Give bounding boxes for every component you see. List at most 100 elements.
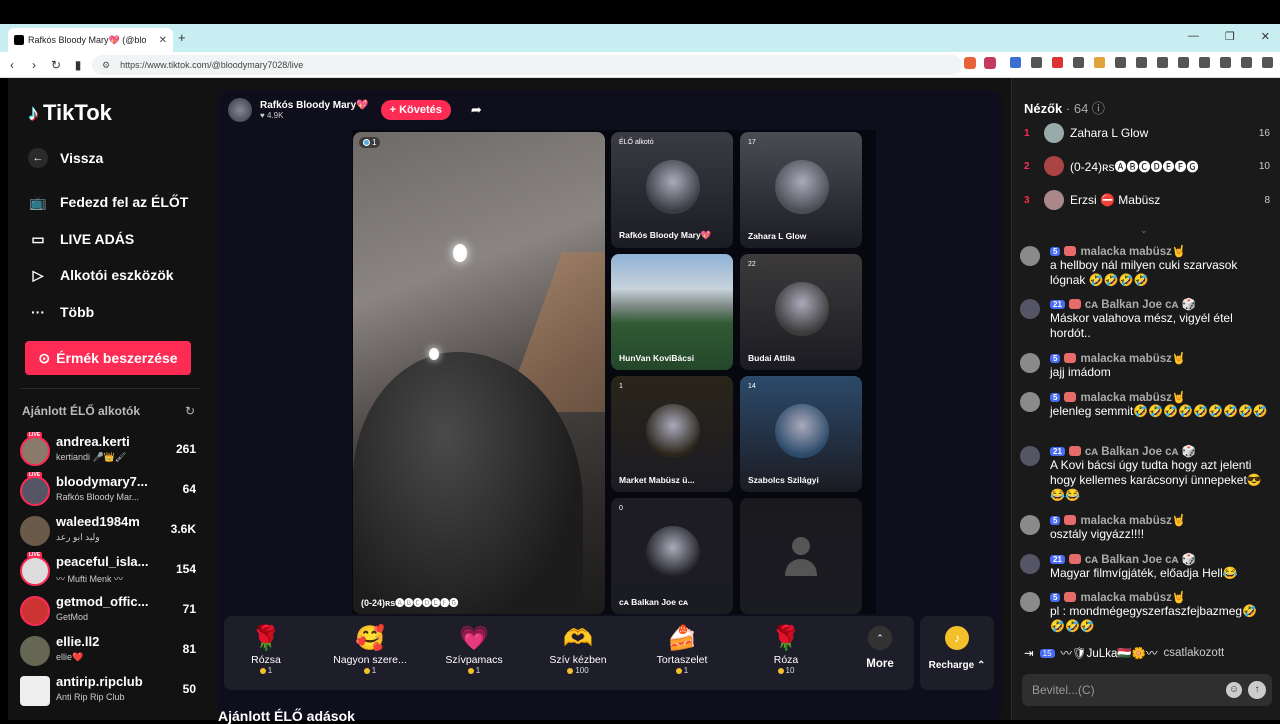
extension-icon-7[interactable] xyxy=(1157,57,1168,68)
creator-item[interactable]: getmod_offic... GetMod 71 xyxy=(20,594,204,634)
level-badge: 15 xyxy=(1039,648,1055,658)
maximize-icon[interactable]: ❐ xyxy=(1225,30,1235,43)
url-field[interactable]: ⚙ https://www.tiktok.com/@bloodymary7028… xyxy=(92,55,962,75)
extension-icon-6[interactable] xyxy=(1136,57,1147,68)
chat-panel: Nézők · 64 ⓘ 1 Zahara L Glow 16 2 (0-24)… xyxy=(1011,78,1280,720)
guest-tile[interactable]: 11HunVan KoviBácsi xyxy=(611,254,733,370)
message-user: malacka mabüsz🤘 xyxy=(1080,246,1187,258)
address-bar: ‹ › ↻ ▮ ⚙ https://www.tiktok.com/@bloody… xyxy=(0,52,1280,78)
share-icon[interactable]: ➦ xyxy=(471,102,482,118)
coin-icon xyxy=(777,667,784,674)
video-light xyxy=(429,348,439,360)
extension-icons xyxy=(964,57,996,69)
creator-name: waleed1984m xyxy=(56,514,140,529)
video-camera-icon: ▭ xyxy=(31,230,45,247)
extension-icon-3[interactable] xyxy=(1073,57,1084,68)
leo-icon[interactable] xyxy=(1241,57,1252,68)
main-video[interactable]: 1 (0-24)ʀs🅐🅑🅒🅓🅔🅕🅖 xyxy=(353,132,605,614)
chat-input[interactable]: Bevitel...(C) ☺ ↑ xyxy=(1022,674,1272,706)
send-icon[interactable]: ↑ xyxy=(1248,681,1266,699)
reload-icon[interactable]: ↻ xyxy=(46,58,66,72)
translate-icon[interactable] xyxy=(1010,57,1021,68)
music-icon[interactable] xyxy=(1178,57,1189,68)
guest-tile-badge: 0 xyxy=(619,505,623,512)
bookmark-icon[interactable]: ▮ xyxy=(68,58,88,72)
creator-item[interactable]: LIVE bloodymary7... Rafkós Bloody Mar...… xyxy=(20,472,204,514)
wallet-icon[interactable] xyxy=(1220,57,1231,68)
download-icon[interactable] xyxy=(1262,57,1273,68)
expand-chevron-icon[interactable]: ⌄ xyxy=(1140,225,1148,236)
screen-top-band xyxy=(0,0,1280,24)
get-coins-button[interactable]: ⊙ Érmék beszerzése xyxy=(25,341,191,375)
gift-item[interactable]: 🍰 Tortaszelet 1 xyxy=(630,624,734,675)
creator-item[interactable]: ellie.ll2 ellie❤️ 81 xyxy=(20,634,204,674)
nav-explore-live[interactable]: 📺 Fedezd fel az ÉLŐT xyxy=(28,193,188,211)
empty-guest-slot[interactable] xyxy=(740,498,862,614)
refresh-icon[interactable]: ↻ xyxy=(185,404,195,418)
rank: 3 xyxy=(1024,194,1030,206)
follow-button[interactable]: + Követés xyxy=(380,100,451,120)
viewers-count: · 64 ⓘ xyxy=(1065,101,1105,116)
rewards-icon[interactable] xyxy=(984,57,996,69)
close-tab-icon[interactable]: ✕ xyxy=(159,35,167,46)
sidebar-toggle-icon[interactable] xyxy=(1199,57,1210,68)
level-badge: 21 xyxy=(1050,299,1065,309)
top-viewer-row[interactable]: 1 Zahara L Glow 16 xyxy=(1024,122,1274,144)
creator-item[interactable]: LIVE andrea.kerti kertiandi 🎤👑🖌 261 xyxy=(20,432,204,474)
browser-tab[interactable]: Rafkós Bloody Mary💖 (@blo ✕ xyxy=(8,28,173,52)
nav-label: Alkotói eszközök xyxy=(60,267,174,283)
more-gifts-button[interactable]: ⌃ More xyxy=(860,626,900,670)
gift-icon: 💗 xyxy=(459,625,489,652)
top-viewer-row[interactable]: 3 Erzsi ⛔ Mabüsz 8 xyxy=(1024,189,1274,211)
back-link[interactable]: ← Vissza xyxy=(28,148,103,168)
back-icon[interactable]: ‹ xyxy=(2,58,22,72)
nav-creator-tools[interactable]: ▷ Alkotói eszközök xyxy=(28,266,174,284)
recharge-button[interactable]: ♪ Recharge ⌃ xyxy=(920,616,994,690)
back-label: Vissza xyxy=(60,150,104,166)
close-window-icon[interactable]: ✕ xyxy=(1261,30,1270,43)
nav-go-live[interactable]: ▭ LIVE ADÁS xyxy=(28,230,134,248)
guest-avatar xyxy=(646,404,700,458)
extension-icon-2[interactable] xyxy=(1052,57,1063,68)
viewer-badge-count: 1 xyxy=(372,138,377,147)
gift-cost-value: 100 xyxy=(575,666,589,675)
extension-icon-4[interactable] xyxy=(1094,57,1105,68)
brave-shield-icon[interactable] xyxy=(964,57,976,69)
live-stage: 1 (0-24)ʀs🅐🅑🅒🅓🅔🅕🅖 ÉLŐ alkotó Rafkós Blood… xyxy=(352,130,876,614)
forward-icon[interactable]: › xyxy=(24,58,44,72)
host-avatar[interactable] xyxy=(228,98,252,122)
guest-tile[interactable]: 0 ᴄᴀ Balkan Joe ᴄᴀ xyxy=(611,498,733,614)
site-info-icon[interactable]: ⚙ xyxy=(102,60,110,71)
nav-more[interactable]: ··· Több xyxy=(28,303,94,321)
tiktok-logo[interactable]: ♪ TikTok xyxy=(28,100,112,126)
gift-item[interactable]: 💗 Szívpamacs 1 xyxy=(422,624,526,675)
level-badge: 5 xyxy=(1050,353,1061,363)
guest-tile[interactable]: ÉLŐ alkotó Rafkós Bloody Mary💖 xyxy=(611,132,733,248)
minimize-icon[interactable]: — xyxy=(1188,30,1199,43)
emoji-icon[interactable]: ☺ xyxy=(1226,682,1242,698)
more-dots-icon: ··· xyxy=(31,304,45,320)
guest-name: Zahara L Glow xyxy=(748,231,807,241)
gift-name: Szívpamacs xyxy=(445,654,503,666)
new-tab-icon[interactable]: + xyxy=(178,30,186,45)
message-user: ᴄᴀ Balkan Joe ᴄᴀ 🎲 xyxy=(1084,446,1196,458)
gift-item[interactable]: 🥰 Nagyon szere... 1 xyxy=(318,624,422,675)
gift-item[interactable]: 🫶 Szív kézben 100 xyxy=(526,624,630,675)
top-viewer-row[interactable]: 2 (0-24)ʀs🅐🅑🅒🅓🅔🅕🅖 10 xyxy=(1024,155,1274,177)
gift-item[interactable]: 🌹 Róza 10 xyxy=(734,624,838,675)
guest-tile[interactable]: 14 Szabolcs Szilágyi xyxy=(740,376,862,492)
creator-item[interactable]: antirip.ripclub Anti Rip Rip Club 50 xyxy=(20,674,204,714)
gift-cost-value: 10 xyxy=(785,666,795,675)
extension-icon-5[interactable] xyxy=(1115,57,1126,68)
logo-text: TikTok xyxy=(43,100,112,125)
guest-tile[interactable]: 22 Budai Attila xyxy=(740,254,862,370)
creator-item[interactable]: waleed1984m وليد ابو رعد 3.6K xyxy=(20,514,204,554)
host-info[interactable]: Rafkós Bloody Mary💖 ♥ 4.9K xyxy=(260,100,369,120)
guest-tile[interactable]: 1 Market Mabüsz ü... xyxy=(611,376,733,492)
guest-avatar xyxy=(775,282,829,336)
creator-item[interactable]: LIVE peaceful_isla... 〰 Mufti Menk 〰 154 xyxy=(20,552,204,594)
guest-tile[interactable]: 17 Zahara L Glow xyxy=(740,132,862,248)
extension-icon-1[interactable] xyxy=(1031,57,1042,68)
gift-item[interactable]: 🌹 Rózsa 1 xyxy=(214,624,318,675)
fan-badge-icon xyxy=(1064,592,1077,602)
